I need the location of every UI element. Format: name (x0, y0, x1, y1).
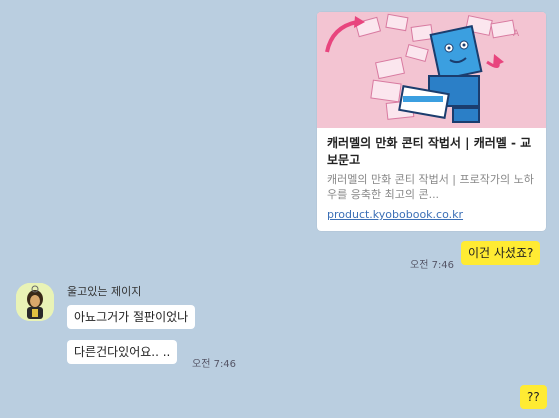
message-time: 오전 7:46 (192, 359, 237, 370)
link-preview-card[interactable]: A 캐러멜의 만화 콘티 작법서 | 캐러멜 - 교보문고 캐러멜의 만화 콘티… (317, 12, 546, 231)
my-message-bubble[interactable]: ?? (520, 385, 547, 409)
other-message-bubble[interactable]: 다른건다있어요.. .. (67, 340, 178, 364)
link-thumbnail-image[interactable]: A (317, 12, 546, 128)
my-message-bubble[interactable]: 이건 사셨죠? (461, 241, 541, 265)
svg-text:A: A (513, 29, 520, 39)
sender-avatar[interactable] (16, 283, 54, 321)
link-card-url[interactable]: product.kyobobook.co.kr (327, 208, 463, 221)
link-card-title[interactable]: 캐러멜의 만화 콘티 작법서 | 캐러멜 - 교보문고 (327, 135, 539, 169)
link-card-description: 캐러멜의 만화 콘티 작법서 | 프로작가의 노하우를 응축한 최고의 콘... (327, 173, 534, 201)
message-time: 오전 7:46 (410, 260, 455, 271)
other-message-bubble[interactable]: 아뇨그거가 절판이었나 (67, 305, 196, 329)
sender-name: 울고있는 제이지 (67, 285, 142, 298)
